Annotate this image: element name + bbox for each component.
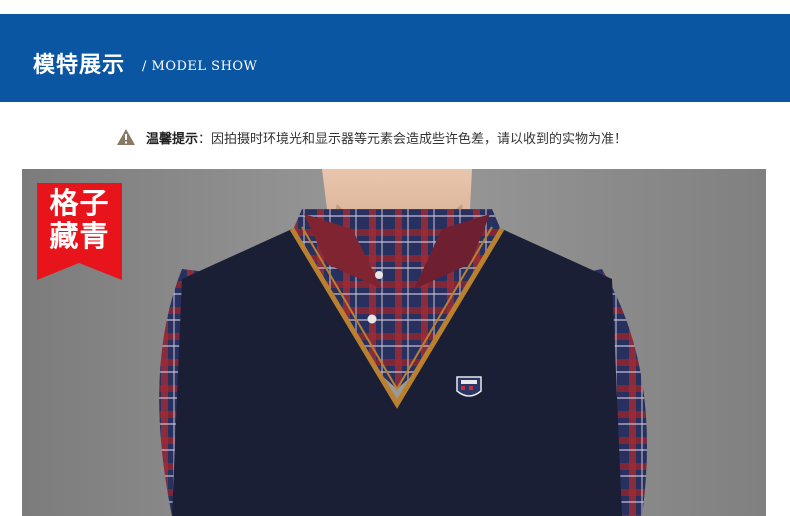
badge-line-1: 格子 <box>49 186 110 220</box>
notice-bar: 温馨提示 ：因拍摄时环境光和显示器等元素会造成些许色差，请以收到的实物为准！ <box>116 128 628 147</box>
section-subtitle: / MODEL SHOW <box>142 59 258 74</box>
section-title: 模特展示 <box>33 53 126 78</box>
model-photo <box>22 169 766 516</box>
badge-label: 格子 藏青 <box>37 187 122 253</box>
model-illustration <box>22 169 766 516</box>
badge-line-2: 藏青 <box>49 219 110 253</box>
notice-text: ：因拍摄时环境光和显示器等元素会造成些许色差，请以收到的实物为准！ <box>198 131 628 147</box>
warning-triangle-icon <box>117 129 135 145</box>
notice-label: 温馨提示 <box>146 131 199 147</box>
